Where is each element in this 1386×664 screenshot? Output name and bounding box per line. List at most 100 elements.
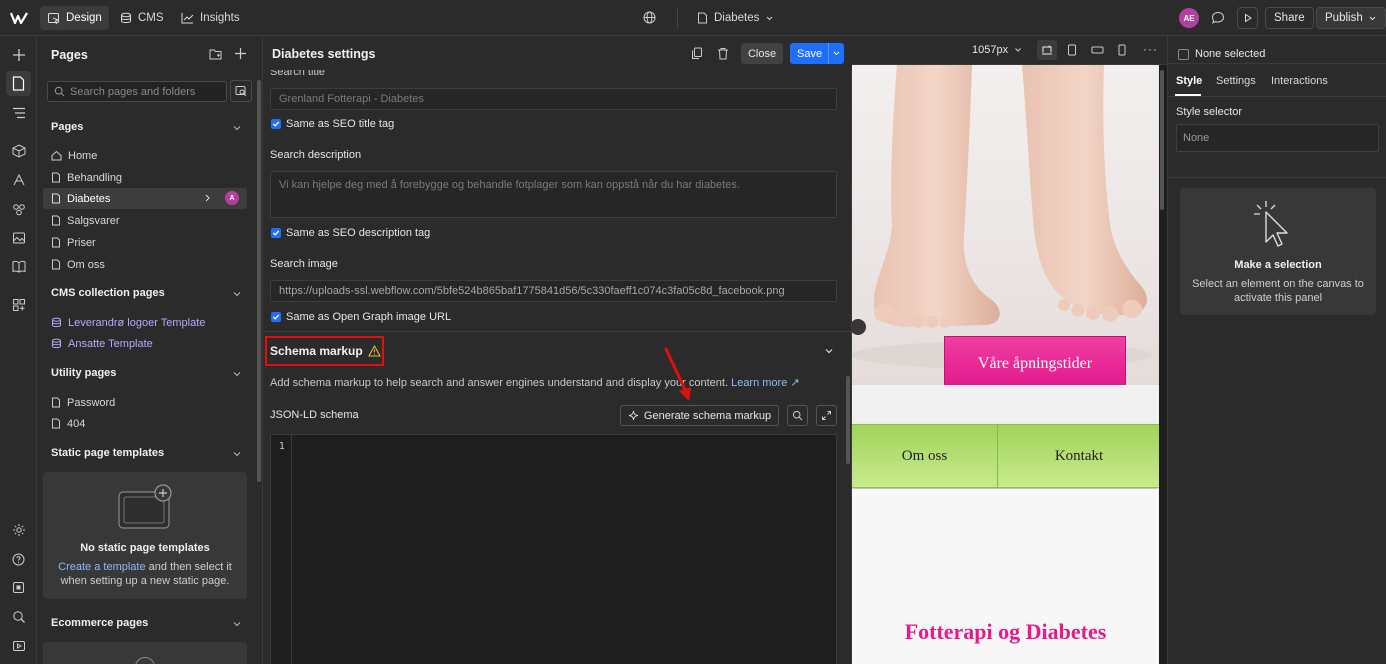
- chevron-right-icon[interactable]: [203, 193, 212, 203]
- help-icon[interactable]: [6, 546, 31, 571]
- chevron-down-icon: [1368, 14, 1377, 23]
- breakpoint-landscape-icon[interactable]: [1091, 45, 1104, 55]
- page-selector-dropdown[interactable]: Diabetes: [690, 6, 781, 30]
- cms-mode-button[interactable]: CMS: [113, 6, 163, 30]
- utility-page-password[interactable]: Password: [43, 392, 247, 413]
- section-header-utility[interactable]: Utility pages: [51, 367, 116, 379]
- breakpoint-mobile-icon[interactable]: [1118, 44, 1126, 56]
- search-filter-button[interactable]: [230, 80, 252, 102]
- utility-page-404[interactable]: 404: [43, 413, 247, 434]
- settings-gear-icon[interactable]: [6, 517, 31, 542]
- page-item-salgsvarer[interactable]: Salgsvarer: [43, 210, 247, 231]
- variables-icon[interactable]: [6, 167, 31, 192]
- expand-editor-button[interactable]: [816, 405, 837, 426]
- insights-mode-button[interactable]: Insights: [174, 6, 247, 30]
- assets-icon[interactable]: [6, 225, 31, 250]
- nav-link-om-oss[interactable]: Om oss: [852, 425, 998, 488]
- page-item-priser[interactable]: Priser: [43, 232, 247, 253]
- search-title-field[interactable]: Grenland Fotterapi - Diabetes: [270, 88, 837, 110]
- tab-interactions[interactable]: Interactions: [1271, 75, 1328, 87]
- user-avatar[interactable]: AE: [1179, 8, 1199, 28]
- opening-hours-button[interactable]: Våre åpningstider: [944, 336, 1126, 392]
- schema-markup-header[interactable]: Schema markup: [270, 344, 381, 358]
- jsonld-schema-label: JSON-LD schema: [270, 409, 359, 421]
- chevron-down-icon[interactable]: [824, 346, 834, 356]
- breakpoint-desktop-base-icon[interactable]: [1037, 40, 1057, 60]
- more-options-icon[interactable]: ···: [1143, 42, 1158, 56]
- share-button[interactable]: Share: [1265, 7, 1314, 29]
- chevron-down-icon[interactable]: [232, 123, 242, 133]
- preview-button[interactable]: [1237, 7, 1258, 29]
- comment-icon[interactable]: [1211, 11, 1225, 25]
- search-pages-field[interactable]: Search pages and folders: [47, 81, 227, 102]
- canvas-width-label: 1057px: [972, 44, 1009, 56]
- chevron-down-icon[interactable]: [232, 369, 242, 379]
- canvas-scrollbar[interactable]: [1160, 70, 1164, 210]
- page-item-diabetes[interactable]: Diabetes A: [43, 188, 247, 209]
- close-button[interactable]: Close: [741, 43, 783, 64]
- breakpoint-tablet-icon[interactable]: [1067, 44, 1077, 56]
- divider: [1168, 177, 1386, 178]
- chevron-down-icon[interactable]: [232, 449, 242, 459]
- page-heading: Fotterapi og Diabetes: [904, 619, 1107, 644]
- same-as-seo-title-checkbox[interactable]: Same as SEO title tag: [271, 118, 394, 130]
- style-panel: None selected Style Settings Interaction…: [1167, 36, 1386, 664]
- components-icon[interactable]: [6, 138, 31, 163]
- section-header-pages[interactable]: Pages: [51, 121, 83, 133]
- search-icon: [792, 410, 803, 421]
- chevron-down-icon: [1014, 46, 1022, 54]
- top-bar: Design CMS Insights Diabetes AE Share Pu…: [0, 0, 1386, 36]
- apps-icon[interactable]: [6, 292, 31, 317]
- add-folder-icon[interactable]: [209, 48, 222, 60]
- webflow-logo-icon[interactable]: [10, 10, 28, 26]
- jsonld-code-editor[interactable]: 1: [270, 434, 837, 664]
- video-tutorials-icon[interactable]: [6, 633, 31, 658]
- page-item-label: Behandling: [67, 171, 123, 184]
- style-selector-input[interactable]: None: [1176, 124, 1379, 152]
- add-elements-icon[interactable]: [6, 42, 31, 67]
- schema-search-button[interactable]: [787, 405, 808, 426]
- canvas-width-dropdown[interactable]: 1057px: [972, 44, 1022, 56]
- same-as-og-image-checkbox[interactable]: Same as Open Graph image URL: [271, 311, 451, 323]
- styles-icon[interactable]: [6, 196, 31, 221]
- search-image-field[interactable]: https://uploads-ssl.webflow.com/5bfe524b…: [270, 280, 837, 302]
- same-as-seo-description-checkbox[interactable]: Same as SEO description tag: [271, 227, 430, 239]
- cms-page-leverandro[interactable]: Leverandrø logoer Template: [43, 312, 247, 333]
- play-icon: [1243, 13, 1253, 23]
- checkbox-label: Same as SEO title tag: [286, 118, 395, 130]
- page-item-home[interactable]: Home: [43, 145, 247, 166]
- chevron-down-icon[interactable]: [232, 289, 242, 299]
- settings-scrollbar[interactable]: [846, 376, 850, 464]
- section-header-static[interactable]: Static page templates: [51, 447, 164, 459]
- search-description-field[interactable]: Vi kan hjelpe deg med å forebygge og beh…: [270, 171, 837, 218]
- add-page-icon[interactable]: [234, 47, 247, 60]
- section-header-ecommerce[interactable]: Ecommerce pages: [51, 617, 148, 629]
- trash-icon[interactable]: [717, 47, 729, 60]
- cms-page-ansatte[interactable]: Ansatte Template: [43, 333, 247, 354]
- section-header-cms[interactable]: CMS collection pages: [51, 287, 165, 299]
- chevron-down-icon[interactable]: [232, 619, 242, 629]
- website-preview[interactable]: Våre åpningstider Om oss Kontakt Fottera…: [852, 65, 1159, 664]
- save-button[interactable]: Save: [790, 43, 844, 64]
- pages-icon[interactable]: [6, 71, 31, 96]
- nav-link-kontakt[interactable]: Kontakt: [999, 425, 1159, 488]
- duplicate-icon[interactable]: [691, 47, 703, 60]
- pages-scrollbar[interactable]: [257, 80, 261, 482]
- generate-schema-button[interactable]: Generate schema markup: [620, 405, 779, 426]
- design-mode-button[interactable]: Design: [40, 6, 109, 30]
- page-item-behandling[interactable]: Behandling: [43, 167, 247, 188]
- globe-icon[interactable]: [643, 11, 656, 24]
- navigator-icon[interactable]: [6, 100, 31, 125]
- design-mode-label: Design: [66, 12, 102, 24]
- cms-book-icon[interactable]: [6, 254, 31, 279]
- tab-settings[interactable]: Settings: [1216, 75, 1256, 87]
- line-number: 1: [279, 441, 285, 452]
- create-template-link[interactable]: Create a template: [58, 561, 145, 573]
- page-item-om-oss[interactable]: Om oss: [43, 254, 247, 275]
- learn-more-link[interactable]: Learn more ↗: [731, 377, 800, 389]
- search-icon[interactable]: [6, 604, 31, 629]
- stop-square-icon[interactable]: [6, 575, 31, 600]
- tab-style[interactable]: Style: [1176, 75, 1202, 87]
- chevron-down-icon[interactable]: [832, 49, 841, 58]
- publish-button[interactable]: Publish: [1316, 7, 1386, 29]
